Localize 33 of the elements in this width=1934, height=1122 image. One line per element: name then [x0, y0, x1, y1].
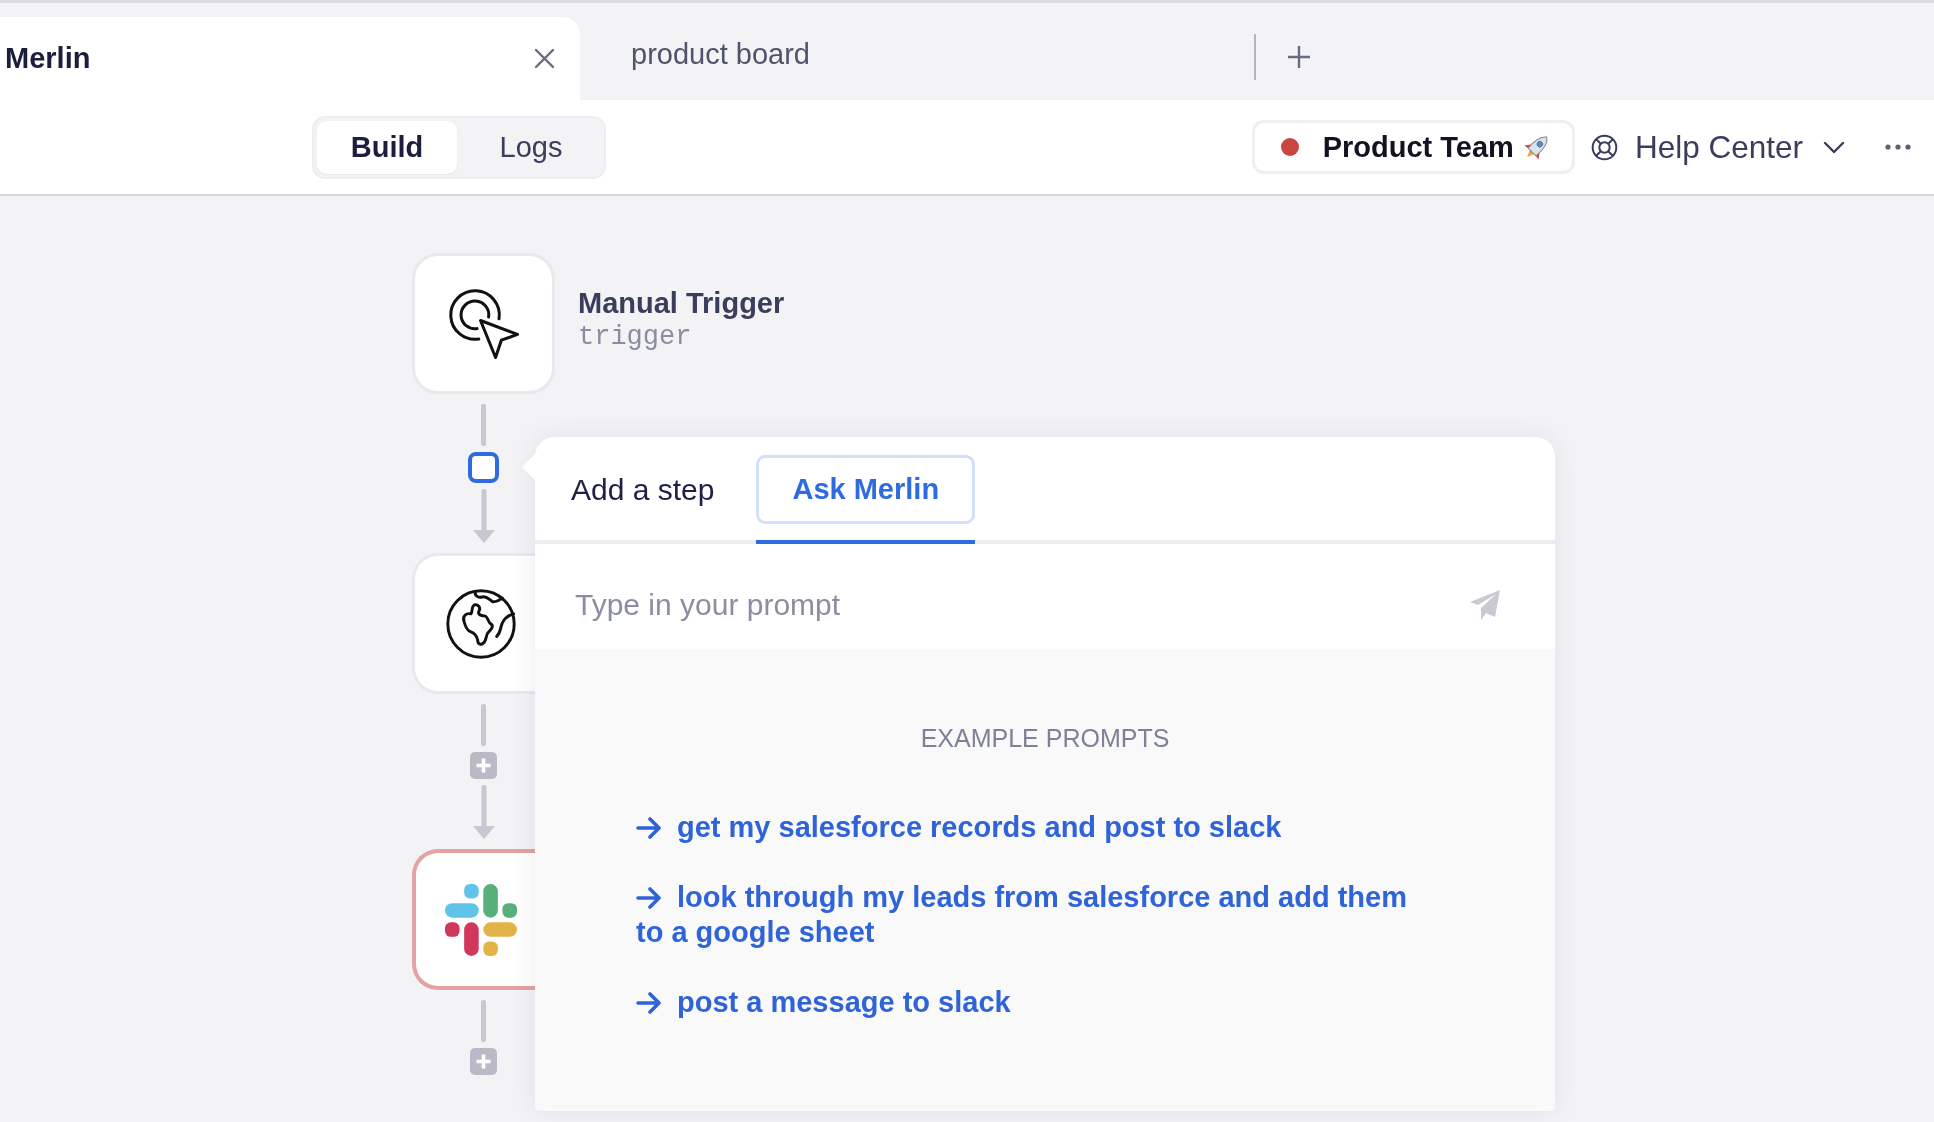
mode-tab[interactable]: Logs: [461, 120, 601, 174]
slack-logo-icon: [445, 883, 517, 956]
connector-arrow: [472, 785, 495, 839]
connector-line: [481, 1000, 486, 1042]
cursor-click-icon: [446, 286, 521, 361]
connector-arrow: [472, 489, 495, 543]
prompt-field[interactable]: Type in your prompt: [535, 544, 1555, 649]
browser-tab[interactable]: Merlin: [0, 17, 580, 100]
connector-line: [481, 404, 486, 446]
more-icon[interactable]: [1885, 144, 1911, 150]
step-type: trigger: [578, 320, 693, 354]
chevron-down-icon: [1823, 140, 1845, 154]
arrow-right-icon: [636, 887, 662, 909]
plus-icon[interactable]: [1288, 46, 1310, 68]
globe-icon: [445, 587, 517, 660]
popover-tab[interactable]: Ask Merlin: [756, 455, 976, 524]
section-heading: EXAMPLE PROMPTS: [920, 723, 1170, 753]
square-icon[interactable]: [468, 452, 499, 483]
example-prompt-link[interactable]: post a message to slack: [636, 985, 1011, 1020]
mode-tab[interactable]: Build: [317, 120, 457, 174]
arrow-right-icon: [636, 992, 662, 1014]
prompt-input[interactable]: Type in your prompt: [575, 574, 1449, 635]
step-title: Manual Trigger: [578, 285, 785, 320]
arrow-right-icon: [636, 817, 662, 839]
browser-tab[interactable]: product board: [580, 17, 1254, 100]
step-node[interactable]: [412, 849, 535, 990]
help-center-button[interactable]: Help Center: [1590, 128, 1845, 166]
connector-line: [481, 704, 486, 746]
close-icon[interactable]: [534, 48, 555, 69]
example-prompt-link[interactable]: get my salesforce records and post to slack: [636, 810, 1282, 845]
example-prompt-link[interactable]: look through my leads from salesforce and add them to a google sheet: [636, 880, 1426, 950]
workspace-button[interactable]: Product Team: [1251, 120, 1575, 174]
lifebuoy-icon: [1590, 133, 1618, 161]
